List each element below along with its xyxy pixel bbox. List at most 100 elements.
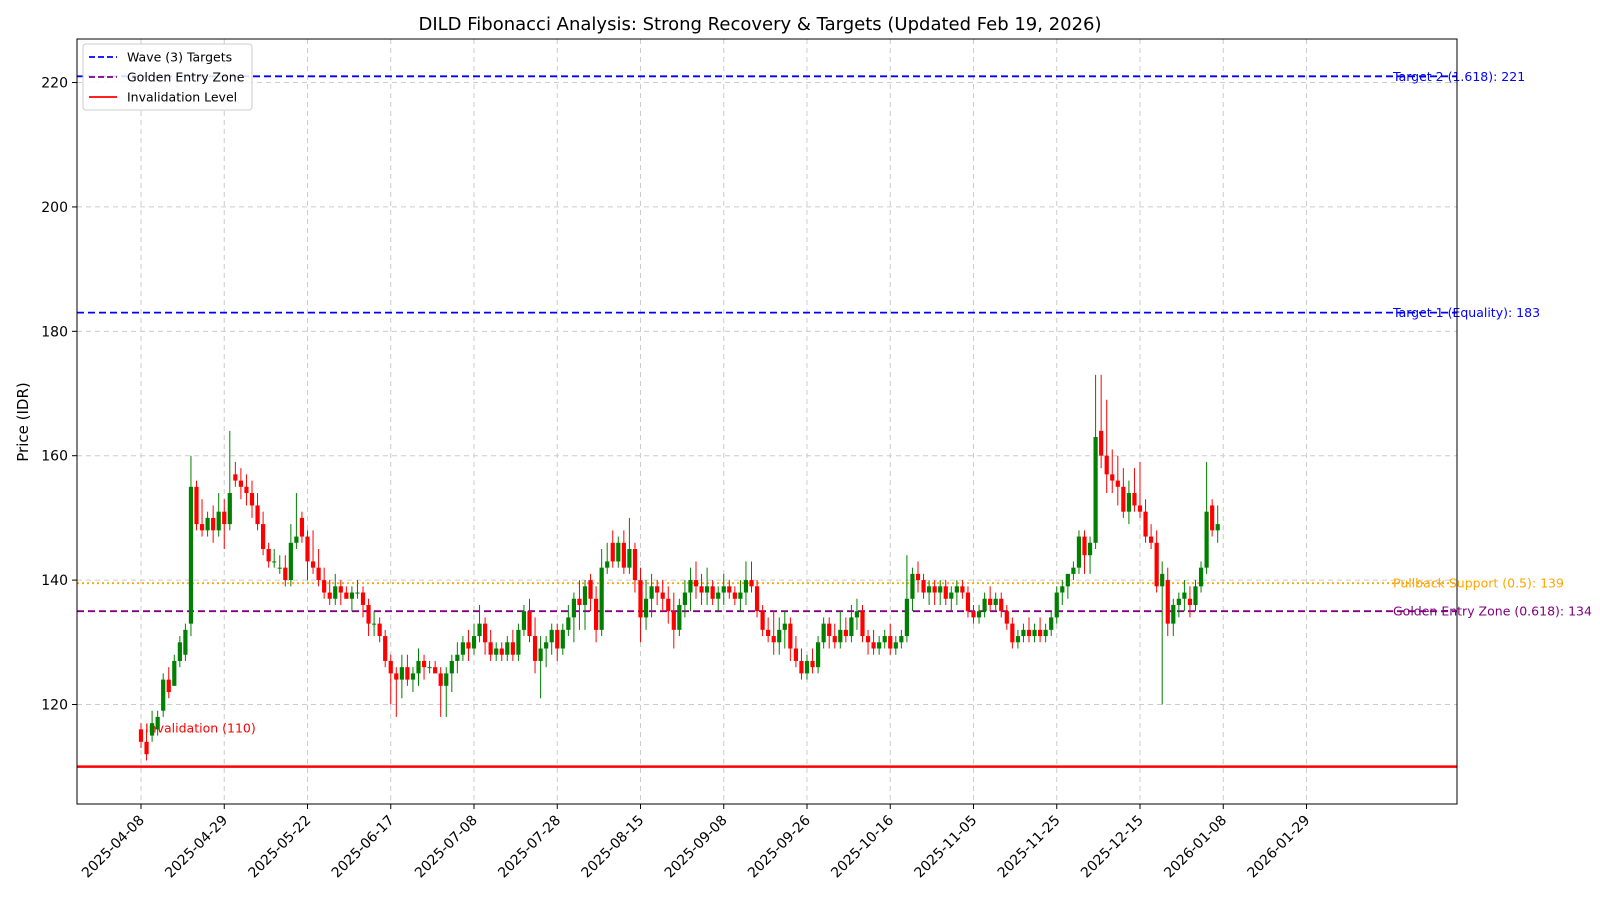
candle-body [599, 567, 604, 630]
candle-body [516, 629, 521, 655]
candle-body [577, 598, 582, 605]
candle-body [1038, 629, 1043, 637]
candle-body [227, 493, 232, 525]
y-tick-label: 180 [41, 324, 68, 340]
candle-body [161, 679, 166, 711]
candle-body [316, 567, 321, 581]
candle-body [1049, 617, 1054, 630]
candle-body [893, 642, 898, 649]
candle-body [505, 642, 510, 655]
candle-body [1149, 536, 1154, 543]
candle-body [921, 580, 926, 593]
candle-body [272, 561, 277, 563]
candle-body [305, 536, 310, 562]
candle-body [915, 573, 921, 581]
candle-body [732, 592, 737, 599]
candle-body [982, 598, 987, 612]
candle-body [355, 592, 360, 594]
candle-body [283, 567, 288, 581]
candle-body [338, 586, 343, 593]
candle-body [499, 648, 504, 655]
candle-body [1021, 629, 1026, 637]
x-tick-label: 2025-04-08 [79, 813, 148, 882]
candle-body [566, 617, 571, 630]
candle-body [832, 636, 837, 643]
candle-body [410, 673, 416, 680]
candle-body [1154, 542, 1159, 587]
candle-body [1004, 611, 1009, 624]
candle-body [716, 592, 721, 599]
candle-body [816, 642, 821, 668]
candle-body [144, 741, 149, 755]
candle-body [222, 511, 227, 525]
candle-body [804, 660, 810, 674]
candle-body [1215, 524, 1220, 531]
x-tick-label: 2025-09-08 [662, 813, 731, 882]
candle-body [377, 623, 382, 637]
candle-body [721, 586, 726, 593]
candle-body [150, 723, 155, 736]
candle-body [743, 580, 749, 593]
candle-body [205, 517, 210, 531]
candle-body [261, 524, 266, 549]
candle-body [288, 542, 293, 581]
candle-body [682, 592, 687, 605]
candle-body [172, 660, 177, 686]
y-axis: 120 140 160 180 200 220 [41, 76, 77, 713]
x-tick-label: 2025-11-25 [995, 813, 1064, 882]
candle-body [405, 667, 410, 680]
y-tick-label: 160 [41, 449, 68, 465]
candle-body [166, 679, 171, 693]
candle-body [710, 586, 715, 599]
candle-body [1060, 586, 1065, 593]
candle-body [588, 580, 593, 599]
candle-body [327, 592, 332, 599]
x-tick-label: 2025-07-08 [412, 813, 481, 882]
candle-body [155, 716, 160, 730]
candle-body [1115, 480, 1120, 487]
candle-body [383, 636, 388, 661]
candle-body [455, 654, 460, 661]
candle-body [477, 623, 482, 637]
candle-body [760, 611, 765, 630]
candle-body [1160, 573, 1165, 587]
candle-body [910, 573, 915, 599]
candle-body [865, 636, 871, 643]
candle-body [510, 642, 515, 655]
candle-body [494, 648, 499, 655]
candle-body [999, 598, 1004, 612]
candle-body [1071, 567, 1076, 574]
candle-body [333, 586, 338, 599]
candle-body [938, 586, 943, 593]
candle-body [310, 561, 316, 568]
candle-body [1087, 542, 1093, 556]
candle-body [438, 673, 443, 686]
candle-body [266, 549, 271, 562]
reference-line-label: Target 1 (Equality): 183 [1392, 305, 1540, 320]
candle-body [705, 586, 710, 593]
candle-body [1093, 437, 1098, 543]
candle-body [788, 623, 793, 649]
candle-body [877, 642, 882, 649]
candle-body [1099, 430, 1104, 456]
candle-body [582, 586, 588, 605]
candle-body [777, 629, 782, 643]
candle-body [1110, 474, 1115, 481]
y-tick-label: 220 [41, 76, 68, 92]
candle-body [427, 667, 432, 669]
candle-body [1026, 629, 1032, 637]
candle-body [688, 580, 693, 593]
candle-body [627, 549, 632, 568]
candle-body [904, 598, 909, 637]
candle-body [965, 592, 971, 612]
candle-body [888, 636, 893, 649]
candle-body [1076, 536, 1082, 568]
chart-title: DILD Fibonacci Analysis: Strong Recovery… [418, 14, 1101, 35]
candle-body [660, 592, 665, 599]
candle-body [1121, 486, 1126, 512]
candle-body [1193, 586, 1198, 605]
candle-body [188, 486, 194, 624]
candle-body [1032, 629, 1037, 637]
plot-frame [76, 38, 1458, 805]
candle-body [666, 598, 671, 612]
